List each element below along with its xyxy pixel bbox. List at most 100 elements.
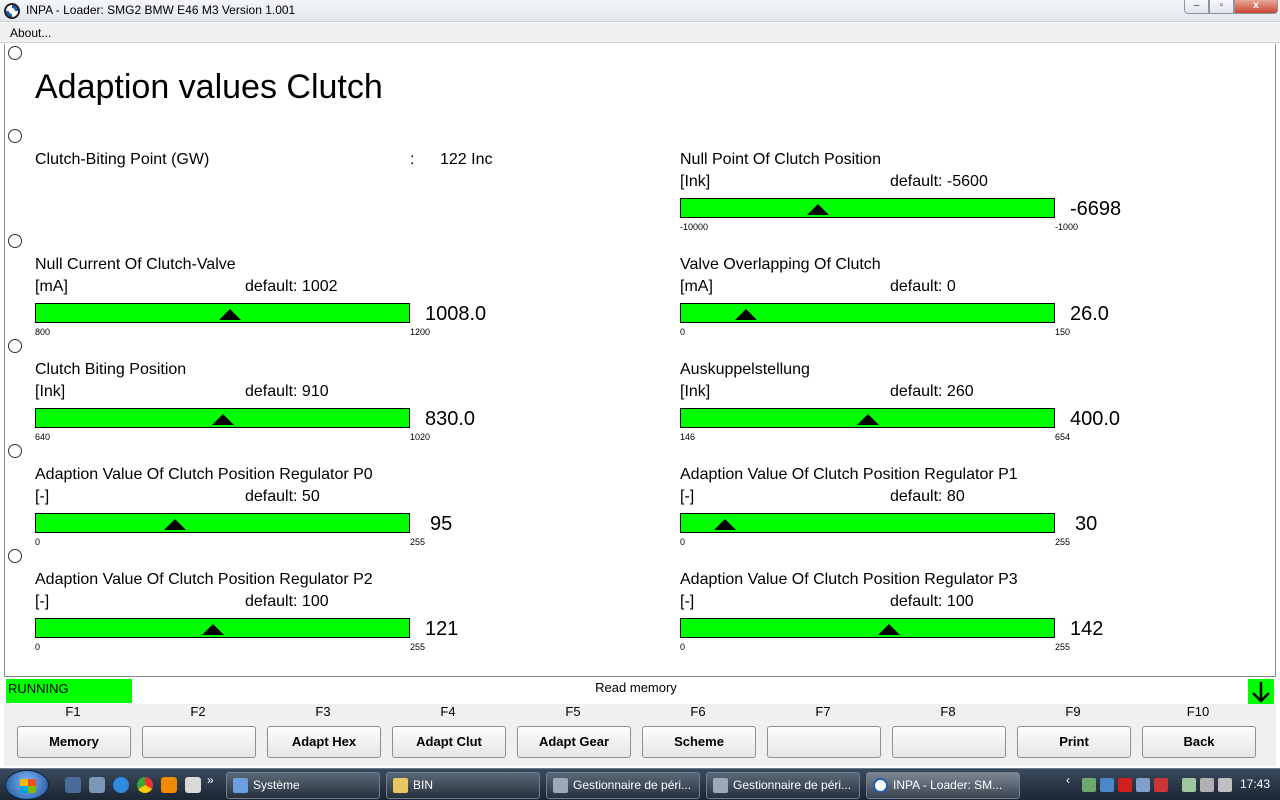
- gauge-min: 0: [680, 642, 686, 652]
- start-button[interactable]: [5, 770, 49, 800]
- gauge-unit: [Ink]: [35, 383, 66, 400]
- internet-explorer-icon[interactable]: [113, 777, 129, 793]
- taskbar-item-inpa[interactable]: INPA - Loader: SM...: [866, 772, 1020, 799]
- gauge-title: Valve Overlapping Of Clutch: [680, 256, 881, 273]
- folder-icon: [393, 778, 408, 793]
- gauge-min: -10000: [680, 222, 709, 232]
- fkey-label-f10: F10: [1186, 704, 1210, 719]
- gauge-unit: [Ink]: [680, 173, 711, 190]
- memory-button[interactable]: Memory: [17, 726, 131, 758]
- safely-remove-tray-icon[interactable]: [1136, 778, 1150, 792]
- device-manager-icon: [713, 778, 728, 793]
- clock[interactable]: 17:43: [1240, 777, 1270, 791]
- bmw-logo-icon: [4, 3, 20, 19]
- gauge-value: 830.0: [425, 408, 476, 430]
- gauge-value: 30: [1075, 513, 1098, 535]
- gauge-bar: [35, 303, 410, 323]
- fkey-label-f8: F8: [940, 704, 956, 719]
- adapt-clut-button[interactable]: Adapt Clut: [392, 726, 506, 758]
- gauge-value: 26.0: [1070, 303, 1109, 325]
- network-tray-icon[interactable]: [1082, 778, 1096, 792]
- tray-expand-icon[interactable]: ‹: [1066, 773, 1070, 787]
- minimize-button[interactable]: ‒: [1184, 0, 1209, 14]
- taskbar-item-bin[interactable]: BIN: [386, 772, 540, 799]
- adapt-hex-button[interactable]: Adapt Hex: [267, 726, 381, 758]
- gauge-bar: [680, 408, 1055, 428]
- gauge-default: default: 0: [890, 278, 956, 295]
- biting-point-label: Clutch-Biting Point (GW): [35, 151, 210, 168]
- antivirus-tray-icon[interactable]: [1118, 778, 1132, 792]
- menu-item-about[interactable]: About...: [10, 26, 51, 40]
- f2-button[interactable]: [142, 726, 256, 758]
- gauge-default: default: 100: [890, 593, 974, 610]
- gauge-max: 1020: [410, 432, 431, 442]
- menu-bar: About...: [0, 23, 1280, 43]
- gauge-max: 255: [1055, 537, 1071, 547]
- gauge-title: Clutch Biting Position: [35, 361, 187, 378]
- switch-windows-icon[interactable]: [89, 777, 105, 793]
- gauge-title: Adaption Value Of Clutch Position Regula…: [680, 571, 1018, 588]
- fkey-label-f2: F2: [190, 704, 206, 719]
- gauge-marker-icon: [877, 624, 900, 635]
- gauge-default: default: 50: [245, 488, 320, 505]
- fkey-label-f7: F7: [815, 704, 831, 719]
- scroll-down-button[interactable]: [1248, 679, 1274, 705]
- taskbar-item-systeme[interactable]: Système: [226, 772, 380, 799]
- taskbar-item-device-manager-1[interactable]: Gestionnaire de péri...: [546, 772, 700, 799]
- radio-option[interactable]: [8, 234, 22, 248]
- f8-button[interactable]: [892, 726, 1006, 758]
- fkey-label-f9: F9: [1065, 704, 1081, 719]
- gauge-default: default: 260: [890, 383, 974, 400]
- gauge-title: Auskuppelstellung: [680, 361, 810, 378]
- f7-button[interactable]: [767, 726, 881, 758]
- show-desktop-icon[interactable]: [65, 777, 81, 793]
- gauge-min: 0: [680, 537, 686, 547]
- gauge-marker-icon: [714, 519, 736, 530]
- gauge-max: 255: [410, 642, 426, 652]
- folder-icon[interactable]: [185, 777, 201, 793]
- gauge-max: 150: [1055, 327, 1071, 337]
- gauge-value: 400.0: [1070, 408, 1121, 430]
- gauge-default: default: 100: [245, 593, 329, 610]
- updown-tray-icon[interactable]: [1154, 778, 1168, 792]
- gauge-min: 640: [35, 432, 51, 442]
- taskbar-item-device-manager-2[interactable]: Gestionnaire de péri...: [706, 772, 860, 799]
- gauge-unit: [-]: [35, 593, 50, 610]
- gauge-value: -6698: [1070, 198, 1122, 220]
- gauge-value: 1008.0: [425, 303, 487, 325]
- radio-option[interactable]: [8, 46, 22, 60]
- scheme-button[interactable]: Scheme: [642, 726, 756, 758]
- taskbar: » Système BIN Gestionnaire de péri... Ge…: [0, 768, 1280, 800]
- gauge-marker-icon: [856, 414, 879, 425]
- gauge-min: 0: [680, 327, 686, 337]
- close-button[interactable]: x: [1234, 0, 1278, 14]
- radio-option[interactable]: [8, 339, 22, 353]
- status-bar: RUNNING Read memory: [4, 676, 1276, 705]
- gauge-value: 121: [425, 618, 459, 640]
- radio-option[interactable]: [8, 444, 22, 458]
- gauge-bar: [35, 618, 410, 638]
- task-label: Système: [253, 778, 300, 792]
- battery-icon[interactable]: [1182, 778, 1196, 792]
- chrome-icon[interactable]: [137, 777, 153, 793]
- maximize-button[interactable]: ▫: [1209, 0, 1234, 14]
- quicklaunch-more-button[interactable]: »: [207, 773, 214, 787]
- print-button[interactable]: Print: [1017, 726, 1131, 758]
- device-tray-icon[interactable]: [1100, 778, 1114, 792]
- back-button[interactable]: Back: [1142, 726, 1256, 758]
- adapt-gear-button[interactable]: Adapt Gear: [517, 726, 631, 758]
- gauge-min: 0: [35, 642, 41, 652]
- gauge-marker-icon: [211, 414, 234, 425]
- radio-option[interactable]: [8, 549, 22, 563]
- media-player-icon[interactable]: [161, 777, 177, 793]
- radio-option[interactable]: [8, 129, 22, 143]
- gauge-marker-icon: [806, 204, 829, 215]
- network-status-icon[interactable]: [1200, 778, 1214, 792]
- task-label: INPA - Loader: SM...: [893, 778, 1003, 792]
- volume-icon[interactable]: [1218, 778, 1232, 792]
- gauge-title: Null Current Of Clutch-Valve: [35, 256, 236, 273]
- gauge-title: Adaption Value Of Clutch Position Regula…: [35, 466, 373, 483]
- fkey-label-f3: F3: [315, 704, 331, 719]
- system-icon: [233, 778, 248, 793]
- gauge-value: 142: [1070, 618, 1104, 640]
